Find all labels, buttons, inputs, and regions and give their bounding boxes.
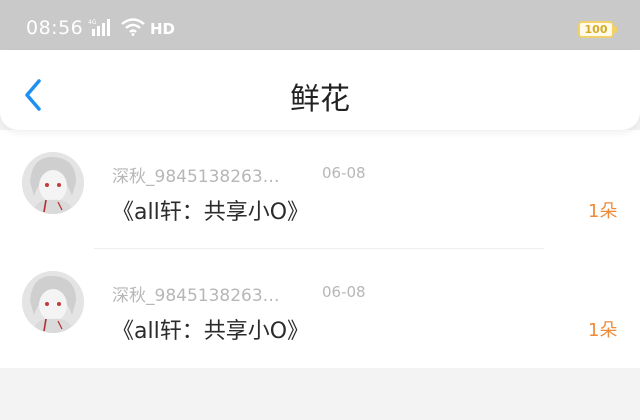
- cellular-signal-icon: 4G: [88, 19, 110, 36]
- username[interactable]: 深秋_9845138263…: [112, 281, 280, 306]
- nav-bar: 鲜花: [0, 50, 640, 130]
- battery-icon: 100: [578, 21, 617, 38]
- avatar-image: [22, 271, 84, 333]
- page-title: 鲜花: [290, 82, 350, 117]
- avatar[interactable]: [22, 152, 84, 214]
- item-title[interactable]: 《all轩：共享小O》: [112, 194, 309, 226]
- flower-list: 深秋_9845138263… 06-08 《all轩：共享小O》 1朵 深秋_9…: [0, 130, 640, 368]
- avatar[interactable]: [22, 271, 84, 333]
- date: 06-08: [322, 164, 366, 182]
- date: 06-08: [322, 283, 366, 301]
- flower-count: 1朵: [588, 201, 618, 222]
- status-bar: 08:56 4G HD 100: [0, 0, 640, 50]
- network-type-label: 4G: [88, 19, 97, 26]
- wifi-icon: [121, 18, 145, 36]
- battery-level: 100: [584, 23, 608, 36]
- list-item[interactable]: 深秋_9845138263… 06-08 《all轩：共享小O》 1朵: [0, 130, 640, 249]
- item-title[interactable]: 《all轩：共享小O》: [112, 313, 309, 345]
- hd-indicator: HD: [150, 20, 176, 38]
- flower-count: 1朵: [588, 320, 618, 341]
- status-time: 08:56: [26, 17, 84, 39]
- avatar-image: [22, 152, 84, 214]
- username[interactable]: 深秋_9845138263…: [112, 162, 280, 187]
- list-item[interactable]: 深秋_9845138263… 06-08 《all轩：共享小O》 1朵: [0, 249, 640, 367]
